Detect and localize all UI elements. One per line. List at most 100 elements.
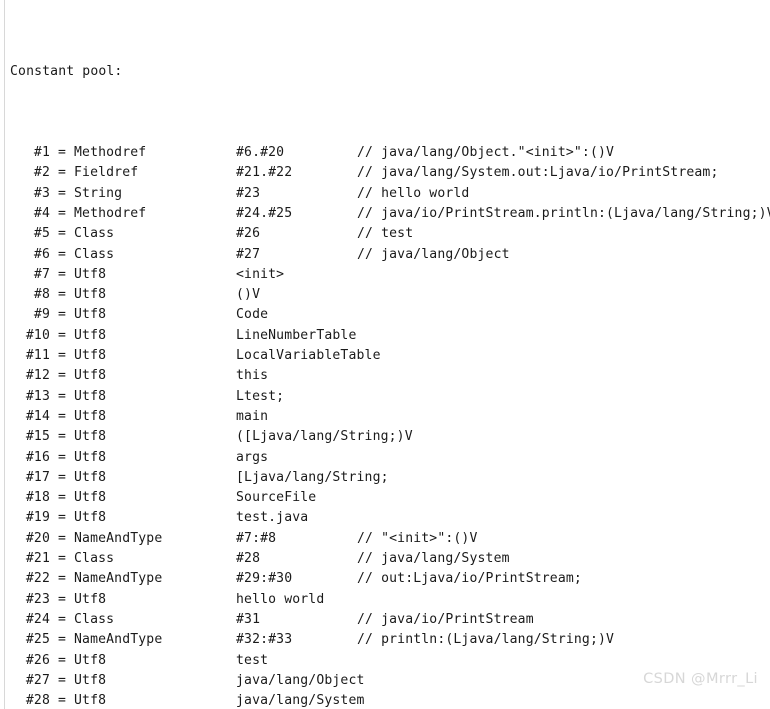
constant-pool-entry: #26 = Utf8 test xyxy=(5,651,770,671)
constant-pool-entry: #12 = Utf8 this xyxy=(5,366,770,386)
constant-pool-entry: #3 = String #23 // hello world xyxy=(5,184,770,204)
cp-entry-equals: = xyxy=(57,408,67,424)
cp-entry-type: Methodref xyxy=(74,145,147,161)
cp-entry-type: Utf8 xyxy=(74,287,107,303)
cp-entry-comment: // hello world xyxy=(357,185,470,201)
constant-pool-listing[interactable]: Constant pool: #1 = Methodref #6.#20 // java… xyxy=(5,0,770,709)
cp-entry-equals: = xyxy=(57,490,67,506)
constant-pool-entry: #17 = Utf8 [Ljava/lang/String; xyxy=(5,468,770,488)
cp-entry-type: Utf8 xyxy=(74,449,107,465)
cp-entry-equals: = xyxy=(57,551,67,567)
constant-pool-entry: #10 = Utf8 LineNumberTable xyxy=(5,326,770,346)
cp-entry-index: #18 xyxy=(25,490,50,506)
cp-entry-index: #28 xyxy=(25,693,50,709)
cp-entry-index: #23 xyxy=(25,591,50,607)
cp-entry-value: #23 xyxy=(236,185,261,201)
cp-entry-equals: = xyxy=(57,287,67,303)
cp-entry-index: #7 xyxy=(33,266,50,282)
cp-entry-value: #6.#20 xyxy=(236,145,285,161)
cp-entry-value: java/lang/Object xyxy=(236,672,365,688)
cp-entry-type: Utf8 xyxy=(74,348,107,364)
constant-pool-entry: #8 = Utf8 ()V xyxy=(5,285,770,305)
cp-entry-type: NameAndType xyxy=(74,632,163,648)
cp-entry-value: #32:#33 xyxy=(236,632,293,648)
constant-pool-entry: #6 = Class #27 // java/lang/Object xyxy=(5,245,770,265)
cp-entry-equals: = xyxy=(57,205,67,221)
cp-entry-equals: = xyxy=(57,185,67,201)
cp-entry-type: Utf8 xyxy=(74,490,107,506)
cp-entry-equals: = xyxy=(57,469,67,485)
cp-entry-value: #21.#22 xyxy=(236,165,293,181)
constant-pool-rows: #1 = Methodref #6.#20 // java/lang/Object."<… xyxy=(5,143,770,709)
cp-entry-type: String xyxy=(74,185,123,201)
cp-entry-equals: = xyxy=(57,591,67,607)
cp-entry-index: #2 xyxy=(33,165,50,181)
cp-entry-value: [Ljava/lang/String; xyxy=(236,469,389,485)
cp-entry-value: #31 xyxy=(236,611,261,627)
constant-pool-entry: #22 = NameAndType #29:#30 // out:Ljava/io/Pr… xyxy=(5,569,770,589)
cp-entry-value: #29:#30 xyxy=(236,571,293,587)
constant-pool-entry: #5 = Class #26 // test xyxy=(5,224,770,244)
cp-entry-equals: = xyxy=(57,368,67,384)
cp-entry-index: #21 xyxy=(25,551,50,567)
cp-entry-index: #26 xyxy=(25,652,50,668)
cp-entry-comment: // java/io/PrintStream.println:(Ljava/la… xyxy=(357,205,770,221)
cp-entry-comment: // java/lang/System xyxy=(357,551,510,567)
constant-pool-entry: #14 = Utf8 main xyxy=(5,407,770,427)
cp-entry-index: #3 xyxy=(33,185,50,201)
cp-entry-value: ()V xyxy=(236,287,261,303)
cp-entry-type: Utf8 xyxy=(74,469,107,485)
cp-entry-type: Utf8 xyxy=(74,408,107,424)
cp-entry-value: #26 xyxy=(236,226,261,242)
constant-pool-entry: #25 = NameAndType #32:#33 // println:(Ljava/… xyxy=(5,630,770,650)
cp-entry-type: Utf8 xyxy=(74,591,107,607)
constant-pool-entry: #16 = Utf8 args xyxy=(5,448,770,468)
javap-output-pane: Constant pool: #1 = Methodref #6.#20 // java… xyxy=(0,0,770,709)
cp-entry-type: Utf8 xyxy=(74,693,107,709)
cp-entry-index: #12 xyxy=(25,368,50,384)
constant-pool-entry: #2 = Fieldref #21.#22 // java/lang/System.ou… xyxy=(5,163,770,183)
cp-entry-type: Utf8 xyxy=(74,429,107,445)
cp-entry-equals: = xyxy=(57,348,67,364)
cp-entry-type: Utf8 xyxy=(74,307,107,323)
cp-entry-comment: // test xyxy=(357,226,414,242)
cp-entry-equals: = xyxy=(57,611,67,627)
cp-entry-value: #28 xyxy=(236,551,261,567)
cp-entry-value: java/lang/System xyxy=(236,693,365,709)
constant-pool-entry: #24 = Class #31 // java/io/PrintStream xyxy=(5,610,770,630)
cp-entry-equals: = xyxy=(57,266,67,282)
cp-entry-value: test.java xyxy=(236,510,309,526)
cp-entry-value: Ltest; xyxy=(236,388,285,404)
cp-entry-equals: = xyxy=(57,165,67,181)
constant-pool-entry: #28 = Utf8 java/lang/System xyxy=(5,691,770,709)
cp-entry-comment: // java/io/PrintStream xyxy=(357,611,534,627)
cp-entry-index: #25 xyxy=(25,632,50,648)
constant-pool-entry: #7 = Utf8 <init> xyxy=(5,265,770,285)
constant-pool-entry: #27 = Utf8 java/lang/Object xyxy=(5,671,770,691)
cp-entry-value: hello world xyxy=(236,591,325,607)
constant-pool-entry: #19 = Utf8 test.java xyxy=(5,508,770,528)
cp-entry-value: #27 xyxy=(236,246,261,262)
cp-entry-equals: = xyxy=(57,388,67,404)
cp-entry-index: #1 xyxy=(33,145,50,161)
cp-entry-type: Utf8 xyxy=(74,388,107,404)
cp-entry-equals: = xyxy=(57,226,67,242)
cp-entry-value: #24.#25 xyxy=(236,205,293,221)
cp-entry-comment: // java/lang/System.out:Ljava/io/PrintSt… xyxy=(357,165,719,181)
constant-pool-entry: #1 = Methodref #6.#20 // java/lang/Object."<… xyxy=(5,143,770,163)
cp-entry-index: #24 xyxy=(25,611,50,627)
cp-entry-equals: = xyxy=(57,246,67,262)
cp-entry-equals: = xyxy=(57,672,67,688)
cp-entry-comment: // java/lang/Object xyxy=(357,246,510,262)
cp-entry-equals: = xyxy=(57,693,67,709)
cp-entry-equals: = xyxy=(57,632,67,648)
constant-pool-entry: #20 = NameAndType #7:#8 // "<init>":()V xyxy=(5,529,770,549)
cp-entry-index: #8 xyxy=(33,287,50,303)
cp-entry-type: Class xyxy=(74,226,115,242)
constant-pool-entry: #11 = Utf8 LocalVariableTable xyxy=(5,346,770,366)
cp-entry-type: Class xyxy=(74,551,115,567)
cp-entry-equals: = xyxy=(57,145,67,161)
cp-entry-value: LocalVariableTable xyxy=(236,348,381,364)
cp-entry-type: NameAndType xyxy=(74,530,163,546)
cp-entry-index: #4 xyxy=(33,205,50,221)
